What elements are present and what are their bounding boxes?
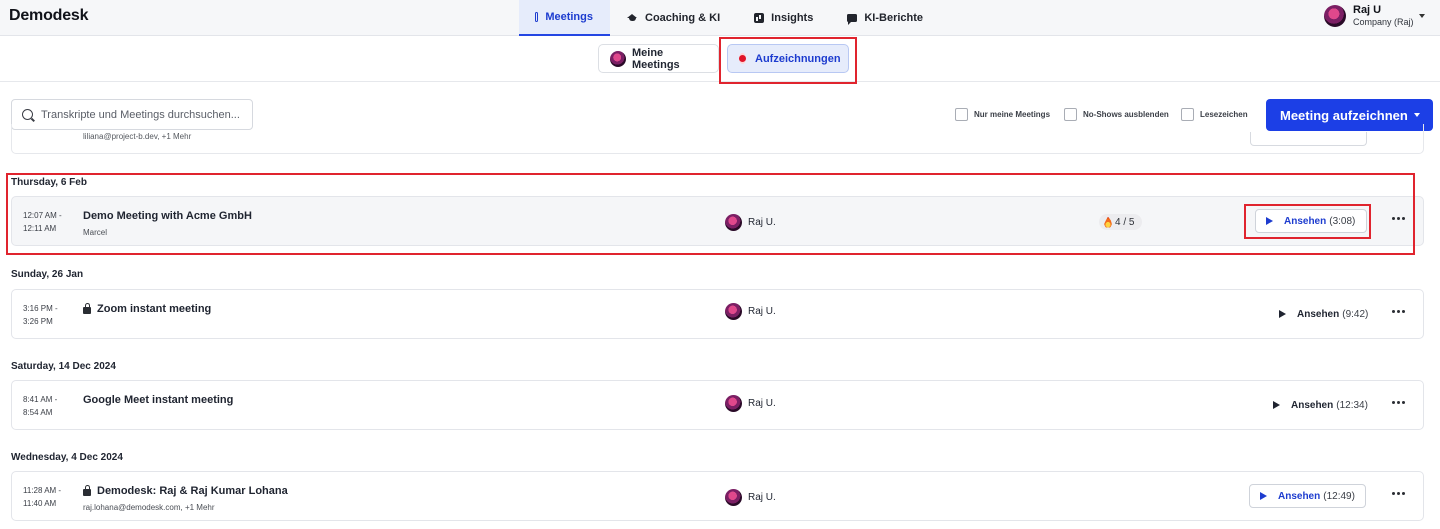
- meeting-title[interactable]: Demodesk: Raj & Raj Kumar Lohana: [83, 485, 288, 497]
- avatar: [1324, 5, 1346, 27]
- meeting-title[interactable]: Zoom instant meeting: [83, 303, 211, 315]
- meeting-row[interactable]: 3:16 PM - 3:26 PM Zoom instant meeting R…: [11, 289, 1424, 339]
- nav-item-label: Coaching & KI: [645, 12, 721, 24]
- meeting-host: Raj U.: [725, 303, 776, 320]
- recording-duration: (12:49): [1323, 490, 1355, 502]
- avatar: [725, 489, 742, 506]
- search-input[interactable]: [41, 108, 241, 121]
- more-options-icon[interactable]: [1392, 492, 1405, 495]
- chevron-down-icon[interactable]: [1414, 113, 1420, 117]
- avatar: [725, 395, 742, 412]
- avatar: [725, 303, 742, 320]
- day-header: Sunday, 26 Jan: [11, 269, 84, 280]
- meeting-row[interactable]: 8:41 AM - 8:54 AM Google Meet instant me…: [11, 380, 1424, 430]
- play-icon: [1273, 401, 1280, 409]
- recording-duration: (9:42): [1342, 308, 1369, 320]
- nav-item-ki-berichte[interactable]: KI-Berichte: [830, 0, 940, 36]
- play-icon: [1260, 492, 1267, 500]
- nav-item-label: KI-Berichte: [864, 12, 924, 24]
- search-icon: [22, 109, 33, 120]
- calendar-icon: [535, 12, 539, 22]
- filter-hide-noshows[interactable]: No-Shows ausblenden: [1064, 108, 1169, 121]
- meeting-time: 8:41 AM - 8:54 AM: [23, 395, 58, 417]
- lock-icon: [83, 485, 91, 496]
- nav-item-coaching[interactable]: Coaching & KI: [610, 0, 737, 36]
- day-header: Saturday, 14 Dec 2024: [11, 361, 116, 372]
- watch-button[interactable]: [1250, 132, 1367, 146]
- main-nav: Meetings Coaching & KI Insights KI-Beric…: [519, 0, 940, 36]
- list-item[interactable]: liliana@project-b.dev, +1 Mehr: [11, 124, 1424, 154]
- nav-item-insights[interactable]: Insights: [737, 0, 830, 36]
- filter-bookmarks[interactable]: Lesezeichen: [1181, 108, 1248, 121]
- chat-icon: [847, 14, 858, 25]
- top-navigation-bar: Demodesk Meetings Coaching & KI Insights…: [0, 0, 1440, 36]
- checkbox[interactable]: [955, 108, 968, 121]
- chart-icon: [754, 13, 765, 23]
- demodesk-logo[interactable]: Demodesk: [9, 7, 89, 25]
- meeting-time: 11:28 AM - 11:40 AM: [23, 486, 62, 508]
- meeting-host: Raj U.: [725, 489, 776, 506]
- user-company: Company (Raj): [1353, 17, 1414, 27]
- checkbox[interactable]: [1181, 108, 1194, 121]
- meeting-participants: liliana@project-b.dev, +1 Mehr: [83, 132, 192, 141]
- meeting-row[interactable]: 11:28 AM - 11:40 AM Demodesk: Raj & Raj …: [11, 471, 1424, 521]
- play-icon: [1279, 310, 1286, 318]
- annotation-box-row: [6, 173, 1415, 255]
- annotation-box-tab: [719, 37, 857, 84]
- meeting-host: Raj U.: [725, 395, 776, 412]
- watch-button[interactable]: Ansehen (12:49): [1249, 484, 1366, 508]
- tab-meine-meetings[interactable]: Meine Meetings: [598, 44, 719, 73]
- lock-icon: [83, 303, 91, 314]
- watch-button[interactable]: Ansehen (9:42): [1269, 302, 1368, 326]
- recording-duration: (12:34): [1336, 399, 1368, 411]
- checkbox[interactable]: [1064, 108, 1077, 121]
- meeting-participants: raj.lohana@demodesk.com, +1 Mehr: [83, 503, 215, 512]
- meeting-time: 3:16 PM - 3:26 PM: [23, 304, 58, 326]
- nav-item-meetings[interactable]: Meetings: [519, 0, 610, 36]
- day-header: Wednesday, 4 Dec 2024: [11, 452, 123, 463]
- meeting-title[interactable]: Google Meet instant meeting: [83, 394, 233, 406]
- filter-only-mine[interactable]: Nur meine Meetings: [955, 108, 1050, 121]
- filter-label: Nur meine Meetings: [974, 110, 1051, 119]
- more-options-icon[interactable]: [1392, 310, 1405, 313]
- nav-item-label: Insights: [771, 12, 814, 24]
- nav-item-label: Meetings: [545, 11, 593, 23]
- record-meeting-label: Meeting aufzeichnen: [1280, 107, 1408, 123]
- annotation-box-watch: [1244, 204, 1371, 239]
- more-options-icon[interactable]: [1392, 401, 1405, 404]
- graduation-cap-icon: [627, 14, 638, 22]
- avatar: [610, 50, 626, 67]
- filter-label: No-Shows ausblenden: [1083, 110, 1169, 119]
- filter-label: Lesezeichen: [1200, 110, 1248, 119]
- chevron-down-icon: [1419, 14, 1425, 18]
- user-name: Raj U: [1353, 4, 1382, 16]
- tab-label: Meine Meetings: [632, 46, 680, 71]
- user-menu[interactable]: Raj U Company (Raj): [1324, 4, 1425, 28]
- watch-button[interactable]: Ansehen (12:34): [1263, 393, 1368, 417]
